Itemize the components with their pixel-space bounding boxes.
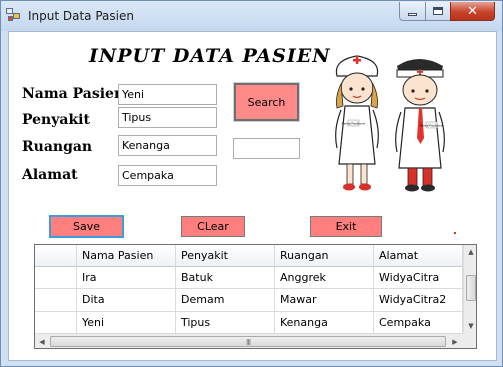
doctor-nurse-illustration: Medical Practitioner Medical Practitione… — [335, 55, 445, 192]
clear-button-label: CLear — [197, 220, 229, 233]
arrow-right-icon[interactable]: ▶ — [448, 334, 462, 348]
label-nama-pasien: Nama Pasien — [22, 86, 125, 102]
arrow-up-icon[interactable]: ▲ — [464, 245, 476, 259]
table-cell[interactable]: Yeni — [77, 312, 176, 334]
search-button[interactable]: Search — [233, 82, 300, 122]
search-button-label: Search — [247, 95, 286, 109]
decorative-dot — [454, 232, 456, 234]
table-cell[interactable]: Kenanga — [275, 312, 374, 334]
nurse-figure: Medical Practitioner — [335, 55, 379, 191]
table-row[interactable]: Ira Batuk Anggrek WidyaCitra — [35, 267, 463, 289]
close-button[interactable]: ✕ — [450, 2, 495, 21]
label-ruangan: Ruangan — [22, 139, 93, 155]
ruangan-input[interactable]: Kenanga — [118, 135, 217, 156]
grid-header-row: Nama Pasien Penyakit Ruangan Alamat — [35, 245, 463, 267]
alamat-input[interactable]: Cempaka — [118, 165, 217, 186]
exit-button-label: Exit — [335, 220, 357, 233]
row-selector[interactable] — [35, 267, 77, 289]
table-cell[interactable]: Tipus — [176, 312, 275, 334]
horizontal-scroll-thumb[interactable]: III — [50, 336, 446, 347]
nama-pasien-input[interactable]: Yeni — [118, 84, 217, 105]
table-cell[interactable]: WidyaCitra — [374, 267, 463, 289]
table-cell[interactable]: Batuk — [176, 267, 275, 289]
arrow-left-icon[interactable]: ◀ — [35, 334, 49, 348]
penyakit-input[interactable]: Tipus — [118, 107, 217, 128]
save-button[interactable]: Save — [49, 215, 124, 238]
table-cell[interactable]: Ira — [77, 267, 176, 289]
table-cell[interactable]: Demam — [176, 289, 275, 312]
vertical-scrollbar[interactable]: ▲ ▼ — [463, 245, 476, 333]
column-header-ruangan[interactable]: Ruangan — [275, 245, 374, 267]
maximize-icon — [433, 7, 443, 15]
doctor-badge-text: Medical Practitioner — [420, 125, 444, 128]
window-title: Input Data Pasien — [28, 9, 134, 23]
table-cell[interactable]: Dita — [77, 289, 176, 312]
exit-button[interactable]: Exit — [310, 216, 382, 237]
row-selector[interactable] — [35, 312, 77, 334]
label-penyakit: Penyakit — [22, 112, 90, 128]
form-icon[interactable] — [6, 8, 22, 23]
column-header-penyakit[interactable]: Penyakit — [176, 245, 275, 267]
horizontal-scrollbar[interactable]: ◀ III ▶ — [35, 333, 463, 348]
scrollbar-corner — [463, 333, 476, 348]
title-bar[interactable]: Input Data Pasien ✕ — [1, 1, 502, 31]
form-client-area: INPUT DATA PASIEN Nama Pasien Penyakit R… — [8, 31, 497, 361]
patient-data-grid[interactable]: Nama Pasien Penyakit Ruangan Alamat Ira … — [34, 244, 477, 349]
table-row[interactable]: Yeni Tipus Kenanga Cempaka — [35, 312, 463, 334]
scroll-grip: III — [246, 338, 251, 347]
search-input[interactable] — [233, 138, 300, 159]
doctor-figure: Medical Practitioner — [395, 59, 445, 192]
row-selector[interactable] — [35, 289, 77, 312]
table-cell[interactable]: Anggrek — [275, 267, 374, 289]
minimize-button[interactable] — [399, 2, 426, 21]
nurse-badge-text: Medical Practitioner — [342, 123, 366, 126]
table-row[interactable]: Dita Demam Mawar WidyaCitra2 — [35, 289, 463, 312]
column-header-nama-pasien[interactable]: Nama Pasien — [77, 245, 176, 267]
save-button-label: Save — [72, 220, 100, 233]
table-cell[interactable]: WidyaCitra2 — [374, 289, 463, 312]
app-window: Input Data Pasien ✕ INPUT DATA PASIEN Na… — [0, 0, 503, 367]
label-alamat: Alamat — [22, 167, 78, 183]
minimize-icon — [408, 12, 417, 16]
table-cell[interactable]: Mawar — [275, 289, 374, 312]
row-header-corner[interactable] — [35, 245, 77, 267]
table-cell[interactable]: Cempaka — [374, 312, 463, 334]
clear-button[interactable]: CLear — [181, 216, 245, 237]
form-heading: INPUT DATA PASIEN — [89, 45, 331, 67]
maximize-button[interactable] — [425, 2, 451, 21]
vertical-scroll-thumb[interactable] — [466, 275, 476, 301]
close-icon: ✕ — [467, 3, 478, 19]
arrow-down-icon[interactable]: ▼ — [464, 319, 476, 333]
column-header-alamat[interactable]: Alamat — [374, 245, 463, 267]
